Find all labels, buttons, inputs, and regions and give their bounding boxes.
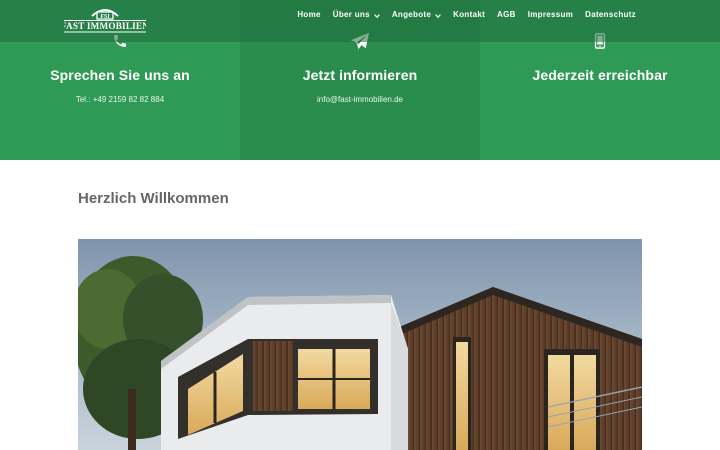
nav-label: Über uns xyxy=(332,10,370,19)
page: Sprechen Sie uns an Tel.: +49 2159 82 82… xyxy=(0,0,720,450)
nav-ueber-uns[interactable]: Über uns xyxy=(327,10,386,19)
nav-impressum[interactable]: Impressum xyxy=(522,10,579,19)
phone-number[interactable]: Tel.: +49 2159 82 82 884 xyxy=(0,95,240,104)
svg-text:FAST IMMOBILIEN: FAST IMMOBILIEN xyxy=(64,21,146,31)
nav-label: Home xyxy=(297,10,321,19)
nav-label: Datenschutz xyxy=(585,10,636,19)
contact-title: Sprechen Sie uns an xyxy=(50,67,190,83)
welcome-heading: Herzlich Willkommen xyxy=(78,190,229,207)
chevron-down-icon xyxy=(435,12,441,18)
nav-label: Angebote xyxy=(391,10,432,19)
contact-title: Jederzeit erreichbar xyxy=(532,67,668,83)
nav-label: Kontakt xyxy=(453,10,486,19)
site-header: FSI FAST IMMOBILIEN Home Über uns Angebo… xyxy=(0,0,720,42)
hero-house-image xyxy=(78,239,642,450)
main-nav: Home Über uns Angebote Kontakt AGB Impre… xyxy=(291,10,642,19)
nav-angebote[interactable]: Angebote xyxy=(386,10,447,19)
svg-text:FSI: FSI xyxy=(100,14,110,20)
chevron-down-icon xyxy=(374,12,380,18)
nav-kontakt[interactable]: Kontakt xyxy=(447,10,491,19)
nav-label: Impressum xyxy=(527,10,574,19)
nav-label: AGB xyxy=(497,10,516,19)
site-logo[interactable]: FSI FAST IMMOBILIEN xyxy=(61,6,149,36)
nav-datenschutz[interactable]: Datenschutz xyxy=(579,10,642,19)
nav-agb[interactable]: AGB xyxy=(491,10,522,19)
nav-home[interactable]: Home xyxy=(291,10,326,19)
email-link[interactable]: info@fast-immobilien.de xyxy=(240,95,480,104)
contact-title: Jetzt informieren xyxy=(302,67,418,83)
